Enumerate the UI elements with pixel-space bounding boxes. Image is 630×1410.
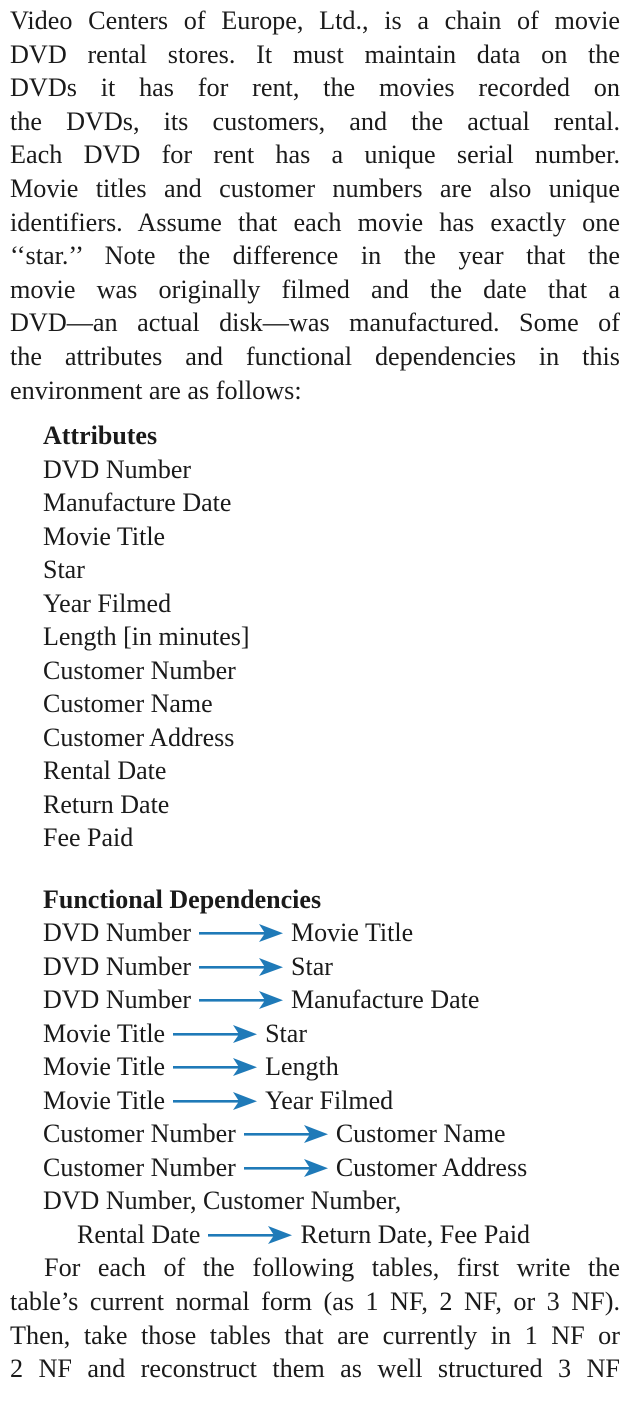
textbook-page: Video Centers of Europe, Ltd., is a chai… — [0, 0, 630, 1386]
dependency-row: Customer Number Customer Address — [43, 1151, 620, 1185]
right-arrow-icon — [243, 1125, 328, 1144]
intro-line: identifiers. Assume that each movie has … — [10, 207, 620, 237]
composite-dependency-row: DVD Number, Customer Number, — [43, 1184, 620, 1218]
dependency-row: DVD Number Manufacture Date — [43, 983, 620, 1017]
determinant: Rental Date — [77, 1219, 201, 1249]
closing-line: Then, take those tables that are current… — [10, 1320, 620, 1350]
intro-line: DVDs it has for rent, the movies recorde… — [10, 73, 620, 103]
functional-dependencies-section: Functional Dependencies DVD Number Movie … — [43, 883, 620, 1252]
right-arrow-icon — [243, 1158, 328, 1177]
dependency-row: DVD Number Star — [43, 950, 620, 984]
dependent: Manufacture Date — [291, 985, 480, 1015]
attributes-heading: Attributes — [43, 421, 158, 451]
functional-dependencies-list: DVD Number Movie Title DVD Number Star DVD N… — [43, 916, 620, 1251]
intro-line: the attributes and functional dependenci… — [10, 341, 620, 371]
determinant: DVD Number — [43, 985, 192, 1015]
intro-line: Each DVD for rent has a unique serial nu… — [10, 140, 620, 170]
dependent: Customer Address — [335, 1152, 528, 1182]
attribute-item: Return Date — [43, 789, 170, 819]
attribute-item: Length [in minutes] — [43, 622, 250, 652]
dependent: Return Date, Fee Paid — [300, 1219, 531, 1249]
right-arrow-icon — [199, 924, 284, 943]
attributes-list: DVD Number Manufacture Date Movie Title … — [43, 453, 620, 855]
attribute-item: Customer Name — [43, 689, 213, 719]
dependent: Movie Title — [291, 918, 414, 948]
determinant: Customer Number — [43, 1152, 236, 1182]
attribute-item: DVD Number — [43, 454, 192, 484]
determinant: Movie Title — [43, 1052, 166, 1082]
closing-line: 2 NF and reconstruct them as well struct… — [10, 1354, 620, 1384]
closing-line: For each of the following tables, first … — [44, 1253, 620, 1283]
determinant: DVD Number — [43, 951, 192, 981]
right-arrow-icon — [199, 991, 284, 1010]
attribute-item: Year Filmed — [43, 588, 172, 618]
attributes-section: Attributes DVD Number Manufacture Date M… — [43, 419, 620, 855]
attribute-item: Rental Date — [43, 756, 167, 786]
determinant: DVD Number — [43, 918, 192, 948]
attribute-item: Customer Number — [43, 655, 236, 685]
determinant: DVD Number, Customer Number, — [43, 1186, 402, 1216]
right-arrow-icon — [173, 1058, 258, 1077]
right-arrow-icon — [173, 1091, 258, 1110]
intro-line: Movie titles and customer numbers are al… — [10, 173, 620, 203]
determinant: Movie Title — [43, 1085, 166, 1115]
dependent: Star — [265, 1018, 307, 1048]
closing-line: table’s current normal form (as 1 NF, 2 … — [10, 1286, 620, 1316]
dependent: Length — [265, 1052, 339, 1082]
intro-line: movie was originally filmed and the date… — [10, 274, 620, 304]
intro-line: environment are as follows: — [10, 375, 302, 405]
dependency-row: Movie Title Length — [43, 1050, 620, 1084]
intro-line: DVD—an actual disk—was manufactured. Som… — [10, 308, 620, 338]
dependency-row: Movie Title Year Filmed — [43, 1084, 620, 1118]
intro-paragraph: Video Centers of Europe, Ltd., is a chai… — [10, 4, 620, 407]
dependent: Star — [291, 951, 333, 981]
intro-line: Video Centers of Europe, Ltd., is a chai… — [10, 6, 620, 35]
attribute-item: Movie Title — [43, 521, 166, 551]
attribute-item: Fee Paid — [43, 823, 134, 853]
composite-dependency-row-continued: Rental Date Return Date, Fee Paid — [43, 1218, 620, 1252]
dependent: Year Filmed — [265, 1085, 394, 1115]
dependent: Customer Name — [335, 1119, 506, 1149]
right-arrow-icon — [173, 1024, 258, 1043]
determinant: Customer Number — [43, 1119, 236, 1149]
right-arrow-icon — [199, 957, 284, 976]
right-arrow-icon — [208, 1225, 293, 1244]
determinant: Movie Title — [43, 1018, 166, 1048]
attribute-item: Customer Address — [43, 722, 235, 752]
dependency-row: Movie Title Star — [43, 1017, 620, 1051]
dependency-row: DVD Number Movie Title — [43, 916, 620, 950]
attribute-item: Star — [43, 555, 85, 585]
intro-line: DVD rental stores. It must maintain data… — [10, 39, 620, 69]
dependency-row: Customer Number Customer Name — [43, 1117, 620, 1151]
intro-line: ‘‘star.’’ Note the difference in the yea… — [10, 241, 620, 271]
functional-dependencies-heading: Functional Dependencies — [43, 884, 322, 914]
attribute-item: Manufacture Date — [43, 488, 232, 518]
intro-line: the DVDs, its customers, and the actual … — [10, 106, 620, 136]
closing-paragraph: For each of the following tables, first … — [10, 1251, 620, 1385]
